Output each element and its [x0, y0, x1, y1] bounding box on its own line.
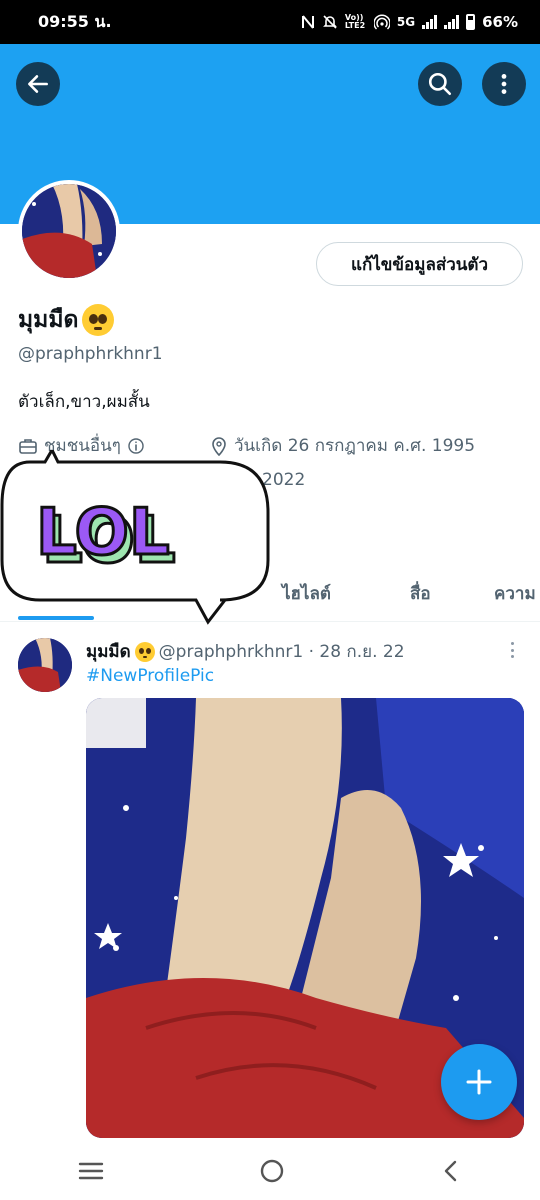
volte-label: Vo)) LTE2 [344, 13, 366, 30]
search-icon [428, 72, 452, 96]
more-vertical-icon [501, 74, 507, 94]
network-label: 5G [396, 15, 416, 29]
profile-bio: ตัวเล็ก,ขาว,ผมสั้น [18, 392, 150, 412]
birthday-label: วันเกิด 26 กรกฎาคม ค.ศ. 1995 [234, 436, 476, 456]
nfc-icon [301, 15, 314, 29]
plus-icon [466, 1069, 492, 1095]
status-bar: 09:55 น. Vo)) LTE2 5G 66% [0, 0, 540, 44]
tweet-avatar-photo [18, 638, 72, 692]
tweet-handle-date: @praphphrkhnr1 · 28 ก.ย. 22 [158, 642, 405, 662]
mute-icon [322, 15, 337, 29]
more-options-button[interactable] [482, 62, 526, 106]
back-chevron-icon[interactable] [439, 1159, 463, 1183]
pleading-face-icon [134, 641, 155, 662]
tweet-author-name[interactable]: มุมมืด [86, 638, 131, 665]
pleading-face-icon [82, 304, 115, 336]
lol-text: LOL [36, 496, 170, 570]
display-name: มุมมืด [18, 302, 115, 338]
arrow-left-icon [28, 75, 48, 93]
status-icons: Vo)) LTE2 5G 66% [301, 13, 518, 31]
tweet-hashtag[interactable]: #NewProfilePic [86, 666, 214, 686]
avatar-photo [22, 184, 116, 278]
system-nav-bar [0, 1142, 540, 1200]
hotspot-icon [373, 14, 390, 30]
tweet-more-icon[interactable] [506, 640, 518, 660]
profile-handle: @praphphrkhnr1 [18, 344, 163, 364]
display-name-text: มุมมืด [18, 307, 79, 333]
recents-icon[interactable] [77, 1159, 105, 1183]
edit-profile-button[interactable]: แก้ไขข้อมูลส่วนตัว [316, 242, 523, 286]
lol-sticker: LOL LOL [0, 450, 270, 625]
profile-avatar[interactable] [18, 180, 120, 282]
battery-icon [466, 14, 476, 30]
back-button[interactable] [16, 62, 60, 106]
signal-icon-2 [444, 15, 460, 29]
search-button[interactable] [418, 62, 462, 106]
battery-percent: 66% [482, 13, 518, 31]
status-time: 09:55 น. [38, 11, 112, 31]
tab-likes[interactable]: ความ [494, 580, 536, 607]
home-circle-icon[interactable] [258, 1157, 286, 1185]
compose-fab[interactable] [441, 1044, 517, 1120]
tab-media[interactable]: สื่อ [410, 580, 431, 607]
tab-highlights[interactable]: ไฮไลต์ [282, 580, 331, 607]
signal-icon [422, 15, 438, 29]
tweet-author-avatar[interactable] [18, 638, 72, 692]
tweet-header: มุมมืด @praphphrkhnr1 · 28 ก.ย. 22 [86, 638, 405, 665]
